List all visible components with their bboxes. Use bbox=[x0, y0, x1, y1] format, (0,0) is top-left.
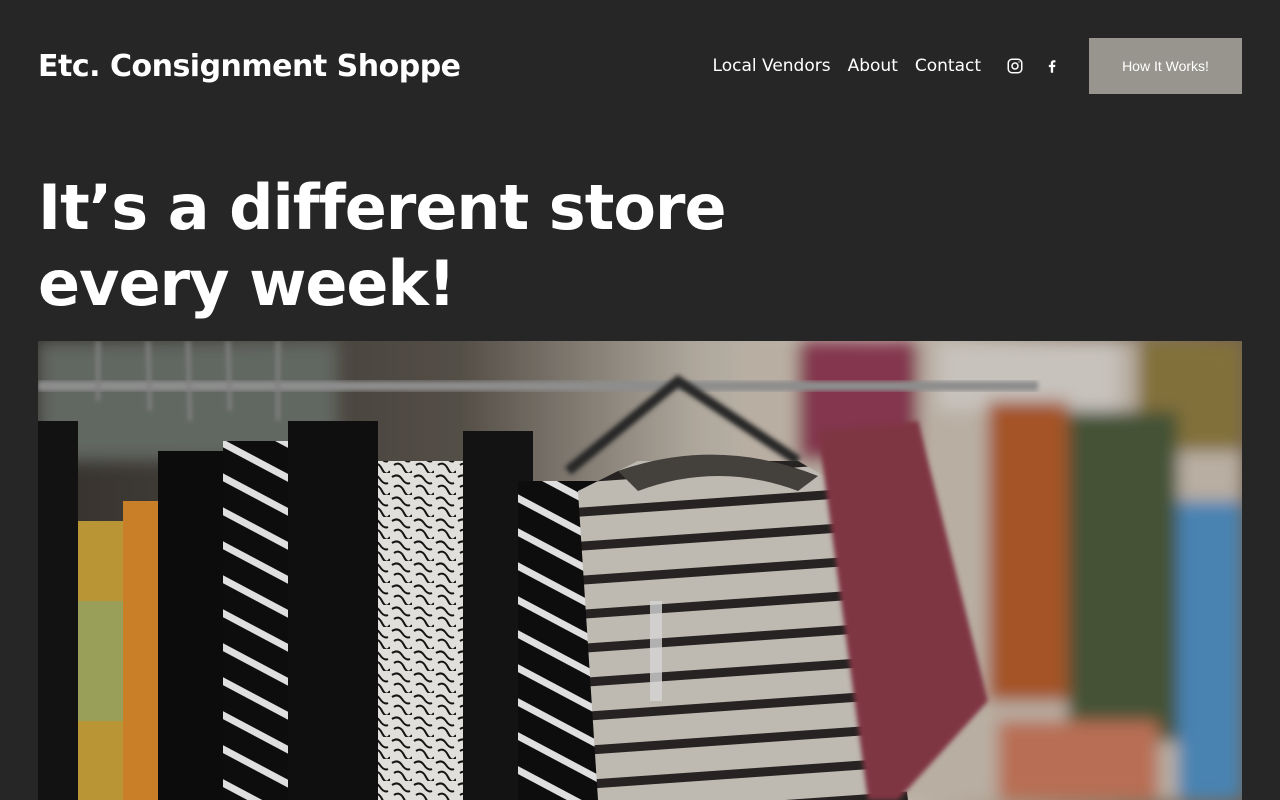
main-nav: Local Vendors About Contact bbox=[713, 56, 981, 76]
hero-heading: It’s a different store every week! bbox=[38, 171, 727, 320]
nav-about[interactable]: About bbox=[848, 56, 898, 76]
nav-contact[interactable]: Contact bbox=[915, 56, 981, 76]
nav-local-vendors[interactable]: Local Vendors bbox=[713, 56, 831, 76]
facebook-icon[interactable] bbox=[1042, 56, 1062, 76]
site-title-link[interactable]: Etc. Consignment Shoppe bbox=[38, 49, 461, 84]
page: Etc. Consignment Shoppe Local Vendors Ab… bbox=[0, 0, 1280, 800]
clothing-rack-photo bbox=[38, 341, 1242, 800]
social-links bbox=[1005, 56, 1079, 76]
site-header: Etc. Consignment Shoppe Local Vendors Ab… bbox=[38, 38, 1242, 94]
header-right: Local Vendors About Contact How It Works… bbox=[713, 38, 1242, 94]
how-it-works-button[interactable]: How It Works! bbox=[1089, 38, 1242, 94]
instagram-icon[interactable] bbox=[1005, 56, 1025, 76]
hero-image bbox=[38, 341, 1242, 800]
